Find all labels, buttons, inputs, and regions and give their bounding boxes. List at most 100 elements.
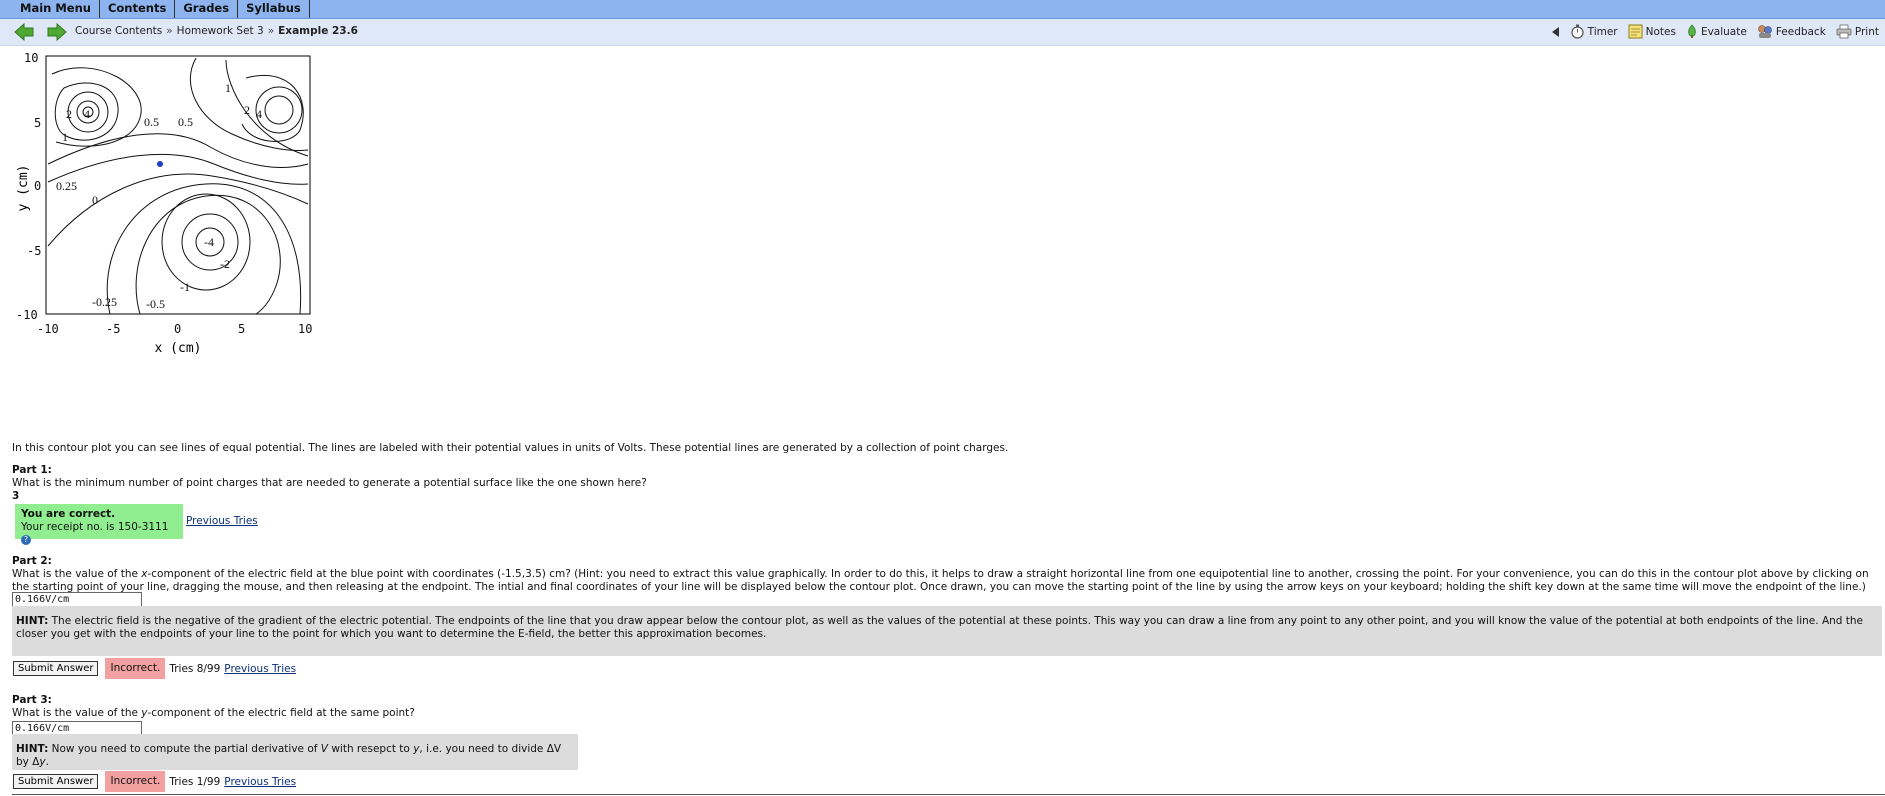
contour-label: 2	[66, 107, 72, 121]
bottom-divider	[12, 794, 1885, 795]
nav-grades[interactable]: Grades	[175, 0, 239, 18]
part2-tries-count: Tries 8/99	[169, 662, 221, 675]
part2-question-start: What is the value of the	[12, 568, 142, 580]
intro-text: In this contour plot you can see lines o…	[12, 442, 1009, 454]
evaluate-button[interactable]: Evaluate	[1686, 24, 1747, 39]
contour-label: 2	[244, 103, 250, 117]
part3-tries-count: Tries 1/99	[169, 775, 221, 788]
part1-previous-tries-link[interactable]: Previous Tries	[186, 515, 258, 527]
part2-previous-tries-link[interactable]: Previous Tries	[224, 663, 296, 675]
evaluate-icon	[1688, 24, 1696, 38]
part1-receipt: Your receipt no. is 150-3111	[21, 521, 169, 533]
x-tick-label: -10	[37, 322, 59, 336]
part1-status: You are correct.	[21, 508, 116, 520]
timer-button[interactable]: Timer	[1570, 24, 1618, 39]
part3-submit-row: Submit Answer Incorrect. Tries 1/99 Prev…	[13, 771, 296, 792]
part2-question-rest: -component of the electric field at the …	[12, 568, 1869, 593]
timer-icon	[1571, 24, 1584, 39]
part2-submit-button[interactable]: Submit Answer	[13, 661, 99, 676]
breadcrumb-bar: Course Contents» Homework Set 3» Example 2…	[0, 19, 1885, 46]
x-tick-label: 0	[174, 322, 181, 336]
contour-label: 0.25	[56, 179, 77, 193]
forward-arrow-icon[interactable]	[47, 23, 67, 41]
part2-submit-row: Submit Answer Incorrect. Tries 8/99 Prev…	[13, 658, 296, 679]
timer-label: Timer	[1587, 25, 1618, 38]
nav-contents[interactable]: Contents	[100, 0, 176, 18]
part2-label: Part 2:	[12, 555, 52, 567]
part2-hint-label: HINT:	[16, 615, 49, 627]
part3-hint-box: HINT: Now you need to compute the partia…	[12, 734, 578, 770]
y-tick-label: 10	[24, 51, 38, 65]
part3-previous-tries-link[interactable]: Previous Tries	[224, 776, 296, 788]
part3-hint-var-v: V	[320, 743, 328, 755]
contour-label: -4	[204, 235, 214, 249]
contour-label: -0.5	[146, 297, 165, 311]
help-icon[interactable]: ?	[21, 535, 31, 545]
part2-section: Part 2: What is the value of the x-compo…	[12, 555, 1872, 594]
contour-label: 4	[256, 107, 262, 121]
y-tick-label: -5	[27, 244, 41, 258]
toolbar: Timer Notes Evaluate Feedback Print	[1551, 24, 1879, 39]
part1-answer: 3	[12, 490, 20, 502]
main-nav: Main Menu Contents Grades Syllabus	[0, 0, 1885, 19]
y-tick-label: 5	[34, 116, 41, 130]
x-axis-label: x (cm)	[155, 341, 202, 356]
y-tick-label: 0	[34, 179, 41, 193]
part3-label: Part 3:	[12, 694, 52, 706]
part2-hint-text: The electric field is the negative of th…	[16, 615, 1864, 640]
x-tick-label: -5	[106, 322, 120, 336]
part3-question-start: What is the value of the	[12, 707, 142, 719]
contour-label: 1	[225, 81, 231, 95]
part1-label: Part 1:	[12, 464, 52, 476]
contour-label: 0	[92, 193, 98, 207]
contour-label: 0.5	[144, 115, 159, 129]
back-arrow-icon[interactable]	[14, 23, 34, 41]
part3-hint-text-b: with resepct to	[327, 743, 414, 755]
part1-correct-box: You are correct. Your receipt no. is 150…	[15, 504, 183, 545]
contour-label: 1	[62, 130, 68, 144]
part2-status-badge: Incorrect.	[105, 658, 166, 679]
part2-answer-input[interactable]: 0.166V/cm	[12, 592, 142, 607]
part3-hint-text-d: .	[45, 756, 49, 768]
x-tick-label: 10	[298, 322, 312, 336]
part3-submit-button[interactable]: Submit Answer	[13, 774, 99, 789]
contour-label: 0.5	[178, 115, 193, 129]
feedback-icon	[1758, 25, 1772, 38]
nav-main-menu[interactable]: Main Menu	[0, 0, 100, 18]
part1-question: What is the minimum number of point char…	[12, 477, 647, 489]
contour-plot[interactable]: 2 4 1 0.5 0.5 1 2 4 0.25 0 -4 -2 -1 -0.2…	[0, 46, 320, 366]
breadcrumb-separator: »	[166, 25, 173, 37]
blue-point-marker	[157, 161, 163, 167]
part2-hint-box: HINT: The electric field is the negative…	[12, 606, 1882, 656]
plot-frame	[45, 55, 311, 315]
notes-label: Notes	[1645, 25, 1676, 38]
nav-syllabus[interactable]: Syllabus	[238, 0, 310, 18]
part3-question-rest: -component of the electric field at the …	[147, 707, 415, 719]
breadcrumb-current: Example 23.6	[278, 25, 358, 37]
notes-button[interactable]: Notes	[1628, 24, 1676, 39]
part1-previous-tries-wrap: Previous Tries	[186, 515, 258, 528]
evaluate-label: Evaluate	[1700, 25, 1747, 38]
contour-label: 4	[84, 107, 90, 121]
breadcrumb-separator: »	[267, 25, 275, 37]
contour-label: -2	[220, 257, 230, 271]
print-button[interactable]: Print	[1836, 24, 1879, 39]
part3-hint-label: HINT:	[16, 743, 49, 755]
part3-status-badge: Incorrect.	[105, 771, 166, 792]
part1-section: Part 1: What is the minimum number of po…	[12, 464, 647, 503]
feedback-button[interactable]: Feedback	[1757, 24, 1826, 39]
collapse-left-icon[interactable]	[1551, 26, 1560, 37]
y-tick-label: -10	[16, 308, 38, 322]
breadcrumb: Course Contents» Homework Set 3» Example 2…	[75, 25, 358, 37]
print-label: Print	[1854, 25, 1879, 38]
contour-label: -0.25	[92, 295, 117, 309]
feedback-label: Feedback	[1775, 25, 1826, 38]
part3-section: Part 3: What is the value of the y-compo…	[12, 694, 415, 720]
breadcrumb-course-contents[interactable]: Course Contents	[75, 25, 162, 37]
contour-label: -1	[180, 280, 190, 294]
notes-icon	[1628, 24, 1643, 39]
y-axis-label: y (cm)	[16, 165, 31, 212]
x-tick-label: 5	[238, 322, 245, 336]
print-icon	[1836, 24, 1852, 39]
breadcrumb-homework-set[interactable]: Homework Set 3	[177, 25, 264, 37]
